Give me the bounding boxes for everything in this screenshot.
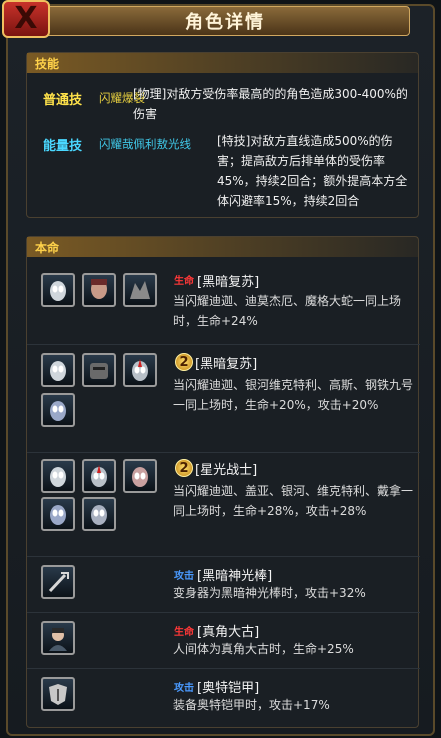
fate-name: [真角大古] <box>197 625 260 640</box>
ultraman-icon <box>132 467 148 487</box>
character-icon <box>91 279 107 299</box>
skills-panel: 技能 普通技 闪耀爆裂 [物理]对敌方受伤率最高的的角色造成300-400%的伤… <box>26 52 419 218</box>
ultraman-icon <box>50 505 66 525</box>
skill-type-label: 普通技 <box>43 93 83 108</box>
item-avatar[interactable] <box>41 565 75 599</box>
fate-row[interactable]: 攻击 [黑暗神光棒] 变身器为黑暗神光棒时，攻击+32% <box>27 557 420 613</box>
fate-description: 装备奥特铠甲时，攻击+17% <box>173 698 330 712</box>
fate-panel: 本命 生命 [黑暗复苏] 当闪耀迪迦、迪莫杰厄、魔格大蛇一同上场时，生命+24%… <box>26 236 420 728</box>
fate-name: [黑暗神光棒] <box>197 569 273 584</box>
character-avatar[interactable] <box>82 273 116 307</box>
skill-energy: 能量技 闪耀哉佩利敖光线 [特技]对敌方直线造成500%的伤害；提高敌方后排单体… <box>27 131 420 217</box>
ultraman-avatar[interactable] <box>41 393 75 427</box>
level-badge: 2 <box>175 459 193 477</box>
ultraman-avatar[interactable] <box>41 353 75 387</box>
skill-normal: 普通技 闪耀爆裂 [物理]对敌方受伤率最高的的角色造成300-400%的伤害 <box>27 83 420 131</box>
ultraman-avatar[interactable] <box>41 497 75 531</box>
ultraman-avatar[interactable] <box>41 459 75 493</box>
fate-description: 当闪耀迪迦、银河维克特利、高斯、钢铁九号一同上场时，生命+20%，攻击+20% <box>173 378 414 412</box>
hp-tag: 生命 <box>174 627 194 638</box>
ultraman-avatar[interactable] <box>41 273 75 307</box>
attack-tag: 攻击 <box>174 571 194 582</box>
fate-description: 当闪耀迪迦、盖亚、银河、维克特利、戴拿一同上场时，生命+28%，攻击+28% <box>173 484 414 518</box>
armor-icon <box>49 684 67 705</box>
fate-name: [黑暗复苏] <box>197 275 260 290</box>
fate-row[interactable]: 2 [星光战士] 当闪耀迪迦、盖亚、银河、维克特利、戴拿一同上场时，生命+28%… <box>27 453 420 557</box>
wand-icon <box>48 572 69 593</box>
close-button[interactable]: X <box>2 0 50 38</box>
skill-description: [物理]对敌方受伤率最高的的角色造成300-400%的伤害 <box>133 87 408 121</box>
fate-name: [星光战士] <box>195 463 258 478</box>
ultraman-icon <box>50 467 66 487</box>
close-icon: X <box>14 1 38 36</box>
person-icon <box>49 628 67 651</box>
title-bar: 角色详情 <box>40 6 410 36</box>
fate-row[interactable]: 2 [黑暗复苏] 当闪耀迪迦、银河维克特利、高斯、钢铁九号一同上场时，生命+20… <box>27 345 420 453</box>
ultraman-icon <box>50 281 66 301</box>
armor-avatar[interactable] <box>41 677 75 711</box>
hp-tag: 生命 <box>174 276 194 287</box>
skill-description: [特技]对敌方直线造成500%的伤害；提高敌方后排单体的受伤率45%，持续2回合… <box>217 134 408 208</box>
ultraman-avatar[interactable] <box>123 459 157 493</box>
monster-icon <box>130 281 150 299</box>
fate-name: [奥特铠甲] <box>197 681 260 696</box>
fate-header: 本命 <box>27 237 418 257</box>
ultraman-avatar[interactable] <box>123 353 157 387</box>
fate-description: 变身器为黑暗神光棒时，攻击+32% <box>173 586 366 600</box>
skill-name: 闪耀哉佩利敖光线 <box>99 137 191 151</box>
ultraman-icon <box>50 361 66 381</box>
attack-tag: 攻击 <box>174 683 194 694</box>
ultraman-icon <box>50 401 66 421</box>
fate-row[interactable]: 生命 [真角大古] 人间体为真角大古时，生命+25% <box>27 613 420 669</box>
ultraman-icon <box>132 359 148 381</box>
fate-name: [黑暗复苏] <box>195 357 258 372</box>
ultraman-avatar[interactable] <box>82 459 116 493</box>
fate-description: 当闪耀迪迦、迪莫杰厄、魔格大蛇一同上场时，生命+24% <box>173 294 402 328</box>
monster-avatar[interactable] <box>123 273 157 307</box>
fate-row[interactable]: 攻击 [奥特铠甲] 装备奥特铠甲时，攻击+17% <box>27 669 420 727</box>
fate-section-label: 本命 <box>35 240 60 255</box>
skills-section-label: 技能 <box>35 56 60 71</box>
ultraman-icon <box>91 465 107 487</box>
skill-type-label: 能量技 <box>43 139 83 154</box>
ultraman-avatar[interactable] <box>82 497 116 531</box>
robot-icon <box>90 363 108 379</box>
human-avatar[interactable] <box>41 621 75 655</box>
skills-header: 技能 <box>27 53 418 73</box>
fate-row[interactable]: 生命 [黑暗复苏] 当闪耀迪迦、迪莫杰厄、魔格大蛇一同上场时，生命+24% <box>27 263 420 345</box>
page-title: 角色详情 <box>185 12 265 33</box>
level-badge: 2 <box>175 353 193 371</box>
fate-description: 人间体为真角大古时，生命+25% <box>173 642 354 656</box>
robot-avatar[interactable] <box>82 353 116 387</box>
ultraman-icon <box>91 505 107 525</box>
